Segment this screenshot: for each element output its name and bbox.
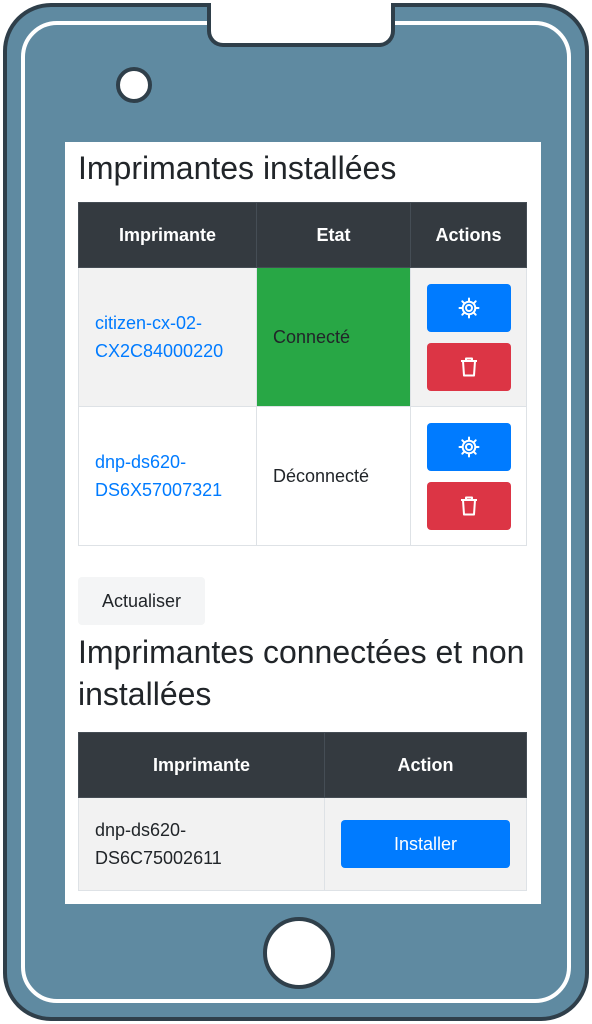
printer-link[interactable]: dnp-ds620-DS6X57007321 [95, 452, 222, 500]
status-cell-connected: Connecté [256, 267, 411, 407]
column-header-status: Etat [256, 202, 411, 268]
table-row: citizen-cx-02-CX2C84000220 Connecté [78, 267, 527, 407]
column-header-printer: Imprimante [78, 732, 325, 798]
column-header-printer: Imprimante [78, 202, 257, 268]
phone-frame: Imprimantes installées Imprimante Etat A… [3, 3, 589, 1021]
actions-cell [410, 267, 527, 407]
trash-icon [461, 496, 477, 515]
printer-name-cell: dnp-ds620-DS6X57007321 [78, 406, 257, 546]
installed-printers-title: Imprimantes installées [78, 150, 397, 186]
status-cell-disconnected: Déconnecté [256, 406, 411, 546]
uninstalled-printers-table: Imprimante Action dnp-ds620-DS6C75002611… [78, 732, 527, 891]
printer-name-cell: dnp-ds620-DS6C75002611 [78, 797, 325, 891]
gear-icon [458, 297, 480, 318]
table-row: dnp-ds620-DS6C75002611 Installer [78, 797, 527, 891]
install-button[interactable]: Installer [341, 820, 510, 868]
delete-button[interactable] [427, 481, 511, 530]
action-cell: Installer [324, 797, 527, 891]
printer-name-cell: citizen-cx-02-CX2C84000220 [78, 267, 257, 407]
column-header-action: Action [324, 732, 527, 798]
uninstalled-printers-title: Imprimantes connectées et non installées [78, 634, 525, 712]
home-button[interactable] [263, 917, 335, 989]
settings-button[interactable] [427, 422, 511, 471]
screen: Imprimantes installées Imprimante Etat A… [65, 142, 541, 904]
settings-button[interactable] [427, 283, 511, 332]
refresh-button[interactable]: Actualiser [78, 577, 205, 625]
printer-link[interactable]: citizen-cx-02-CX2C84000220 [95, 313, 223, 361]
trash-icon [461, 357, 477, 376]
delete-button[interactable] [427, 342, 511, 391]
gear-icon [458, 436, 480, 457]
installed-printers-table: Imprimante Etat Actions citizen-cx-02-CX… [78, 202, 527, 546]
column-header-actions: Actions [410, 202, 527, 268]
table-row: dnp-ds620-DS6X57007321 Déconnecté [78, 406, 527, 546]
actions-cell [410, 406, 527, 546]
camera-icon [116, 67, 152, 103]
speaker-slot [207, 3, 395, 47]
